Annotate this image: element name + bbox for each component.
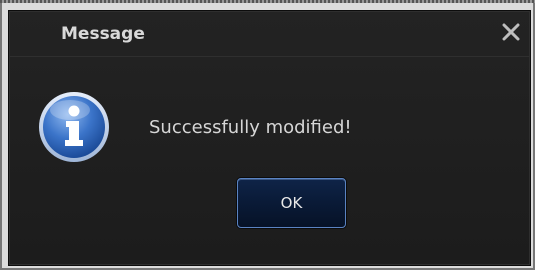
dialog-title: Message (61, 24, 145, 44)
close-button[interactable] (498, 19, 524, 45)
close-icon (502, 23, 520, 41)
message-dialog: Message Successfully modified! OK (8, 10, 531, 266)
info-icon (39, 92, 109, 162)
ok-button-label: OK (280, 194, 303, 212)
dialog-titlebar: Message (9, 11, 530, 57)
ok-button[interactable]: OK (237, 178, 346, 228)
dialog-message: Successfully modified! (149, 117, 352, 138)
top-border (0, 0, 535, 3)
